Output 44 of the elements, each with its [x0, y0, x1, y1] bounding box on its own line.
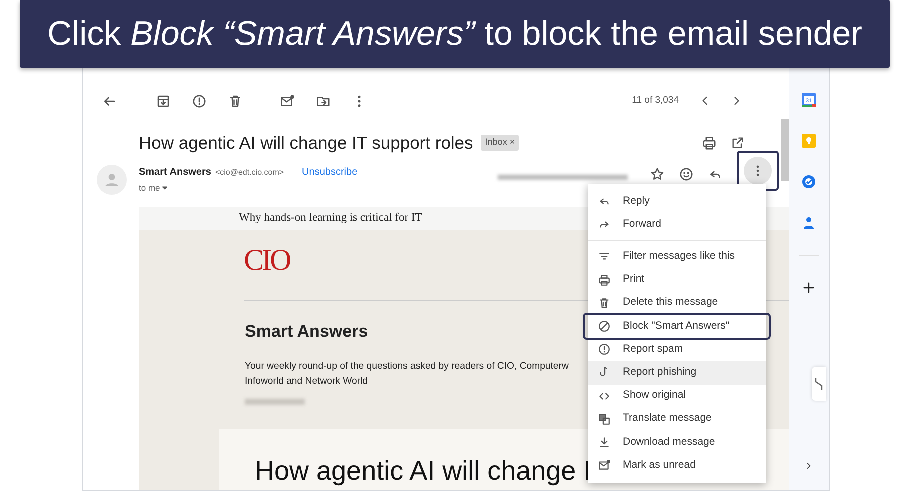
star-icon[interactable]	[650, 167, 665, 182]
tasks-icon[interactable]	[802, 175, 816, 189]
delete-icon[interactable]	[228, 94, 242, 108]
menu-item[interactable]: Mark as unread	[588, 454, 766, 478]
sender-name: Smart Answers	[139, 166, 212, 180]
menu-item[interactable]: Filter messages like this	[588, 245, 766, 269]
menu-item[interactable]: Show original	[588, 384, 766, 408]
emoji-reaction-icon[interactable]	[679, 167, 694, 182]
menu-item[interactable]: Block "Smart Answers"	[585, 314, 769, 338]
intro-text: Infoworld and Network World	[245, 374, 368, 388]
menu-item[interactable]: Print	[588, 268, 766, 292]
scrollbar-thumb[interactable]	[781, 119, 789, 181]
instruction-text: Click Block “Smart Answers” to block the email sender	[47, 14, 862, 54]
unsubscribe-link[interactable]: Unsubscribe	[302, 165, 358, 180]
newsletter-heading: Smart Answers	[245, 321, 368, 343]
email-subject: How agentic AI will change IT support roles	[139, 132, 474, 155]
sender-email: <cio@edt.cio.com>	[215, 167, 284, 179]
translate-icon	[598, 412, 611, 426]
menu-item[interactable]: Report spam	[588, 338, 766, 362]
add-icon[interactable]	[802, 281, 816, 295]
cio-logo: CIO	[244, 246, 290, 276]
message-counter: 11 of 3,034	[632, 94, 679, 108]
avatar	[97, 165, 127, 195]
block-icon	[598, 320, 611, 334]
print-icon	[598, 274, 611, 287]
menu-item[interactable]: Report phishing	[588, 361, 766, 384]
open-new-window-icon[interactable]	[731, 136, 745, 150]
blurred-date	[245, 398, 305, 404]
recipient-dropdown[interactable]: to me	[139, 182, 170, 195]
menu-item[interactable]: Download message	[588, 430, 766, 454]
intro-text: Your weekly round-up of the questions asked by readers of CIO, Computerw	[245, 360, 569, 374]
print-icon[interactable]	[702, 136, 717, 150]
mark-unread-icon[interactable]	[280, 94, 294, 108]
menu-item[interactable]: Delete this message	[588, 292, 766, 315]
download-icon	[598, 436, 611, 449]
contacts-icon[interactable]	[802, 216, 816, 230]
delete-icon	[598, 296, 611, 310]
mark-unread-icon	[598, 459, 611, 472]
archive-icon[interactable]	[156, 94, 170, 108]
report-spam-icon[interactable]	[192, 94, 206, 108]
report-spam-icon	[598, 343, 611, 356]
menu-item[interactable]: Translate message	[588, 408, 766, 431]
panel-handle[interactable]	[812, 367, 826, 401]
inbox-label[interactable]: Inbox ×	[481, 135, 520, 151]
